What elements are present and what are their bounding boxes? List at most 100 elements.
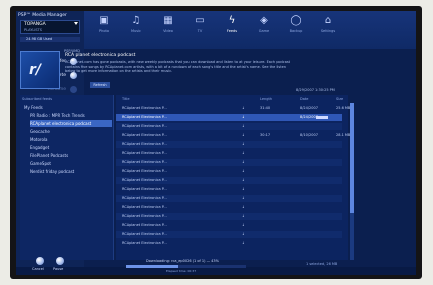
- table-scrollbar[interactable]: [350, 103, 354, 260]
- cell-title: RCAplanet Electronica P...: [122, 142, 167, 146]
- cell-length: 31:40: [260, 106, 271, 110]
- scrollbar-thumb[interactable]: [350, 103, 354, 213]
- tree-feed-item[interactable]: Geocache: [30, 128, 112, 135]
- cell-length: 30:17: [260, 133, 271, 137]
- cell-title: RCAplanet Electronica P...: [122, 241, 167, 245]
- cell-title: RCAplanet Electronica P...: [122, 124, 167, 128]
- tab-label: Video: [163, 29, 173, 33]
- tab-photo[interactable]: ▣ Photo: [90, 15, 118, 45]
- category-toolbar: ▣ Photo ♫ Music ▦ Video ▭ TV ϟ Feeds ◈ Game ◯ Backup ⌂…: [84, 11, 416, 49]
- cell-title: RCAplanet Electronica P...: [122, 169, 167, 173]
- table-row[interactable]: RCAplanet Electronica P... ↓: [116, 123, 342, 130]
- download-arrow-icon[interactable]: ↓: [242, 169, 245, 173]
- column-header[interactable]: Size: [336, 97, 343, 101]
- download-arrow-icon[interactable]: ↓: [242, 142, 245, 146]
- download-arrow-icon[interactable]: ↓: [242, 196, 245, 200]
- app-title: PSP™ Media Manager: [18, 13, 67, 18]
- table-row[interactable]: RCAplanet Electronica P... ↓: [116, 240, 342, 247]
- table-row[interactable]: RCAplanet Electronica P... ↓: [116, 195, 342, 202]
- table-row[interactable]: RCAplanet Electronica P... ↓: [116, 141, 342, 148]
- table-row[interactable]: RCAplanet Electronica P... ↓: [116, 159, 342, 166]
- download-arrow-icon[interactable]: ↓: [242, 205, 245, 209]
- music-icon: ♫: [131, 15, 141, 26]
- tree-feed-item[interactable]: RCAplanet electronica podcast: [30, 120, 112, 127]
- table-row[interactable]: RCAplanet Electronica P... ↓: [116, 213, 342, 220]
- table-row[interactable]: RCAplanet Electronica P... ↓: [116, 168, 342, 175]
- download-arrow-icon[interactable]: ↓: [242, 214, 245, 218]
- feeds-tree-header: Subscribed feeds: [22, 97, 53, 101]
- table-row[interactable]: RCAplanet Electronica P... ↓: [116, 150, 342, 157]
- table-row[interactable]: RCAplanet Electronica P... ↓: [116, 204, 342, 211]
- tree-folder[interactable]: My Feeds: [24, 104, 112, 111]
- storage-text: 24.98 GB Used: [26, 37, 53, 41]
- cell-title: RCAplanet Electronica P...: [122, 223, 167, 227]
- download-arrow-icon[interactable]: ↓: [242, 232, 245, 236]
- tree-feed-item[interactable]: GameSpot: [30, 160, 112, 167]
- refresh-button[interactable]: Refresh: [90, 82, 110, 88]
- table-row[interactable]: RCAplanet Electronica P... ↓: [116, 231, 342, 238]
- tree-feed-item[interactable]: Nerdist friday podcast: [30, 168, 112, 175]
- download-arrow-icon[interactable]: ↓: [242, 223, 245, 227]
- column-header[interactable]: Title: [122, 97, 130, 101]
- tab-game[interactable]: ◈ Game: [250, 15, 278, 45]
- tab-music[interactable]: ♫ Music: [122, 15, 150, 45]
- tree-feed-item[interactable]: PR Radio : MPR Tech Trends: [30, 112, 112, 119]
- tree-feed-item[interactable]: Engadget: [30, 144, 112, 151]
- cell-title: RCAplanet Electronica P...: [122, 178, 167, 182]
- cell-title: RCAplanet Electronica P...: [122, 196, 167, 200]
- download-arrow-icon[interactable]: ↓: [242, 241, 245, 245]
- download-arrow-icon[interactable]: ↓: [242, 133, 245, 137]
- podcast-artwork: r/: [20, 51, 60, 89]
- tab-feeds[interactable]: ϟ Feeds: [218, 15, 246, 45]
- download-arrow-icon[interactable]: ↓: [242, 160, 245, 164]
- cell-title: RCAplanet Electronica P...: [122, 106, 167, 110]
- episode-download-progress: [316, 116, 328, 119]
- camera-icon: ▣: [99, 15, 109, 26]
- podcast-title: RCA planet electronica podcast: [65, 53, 136, 58]
- tab-label: Photo: [99, 29, 109, 33]
- download-progress: [126, 265, 246, 268]
- elapsed-time: Elapsed time: 00:37: [166, 269, 197, 273]
- column-header[interactable]: Length: [260, 97, 272, 101]
- cell-size: 28.1 MB: [336, 133, 351, 137]
- download-arrow-icon[interactable]: ↓: [242, 151, 245, 155]
- tv-icon: ▭: [195, 15, 205, 26]
- download-arrow-icon[interactable]: ↓: [242, 187, 245, 191]
- tab-video[interactable]: ▦ Video: [154, 15, 182, 45]
- tree-feed-item[interactable]: FilePlanet Podcasts: [30, 152, 112, 159]
- column-header[interactable]: Date: [300, 97, 308, 101]
- download-arrow-icon[interactable]: ↓: [242, 124, 245, 128]
- download-arrow-icon[interactable]: ↓: [242, 178, 245, 182]
- table-row[interactable]: RCAplanet Electronica P... ↓: [116, 222, 342, 229]
- app-window: PSP™ Media Manager TOPANGA PLAYLISTS 24.…: [16, 11, 416, 275]
- pause-button[interactable]: [56, 257, 64, 265]
- download-arrow-icon[interactable]: ↓: [242, 106, 245, 110]
- table-row[interactable]: RCAplanet Electronica P... 31:40 8/24/2007…: [116, 105, 350, 112]
- table-row[interactable]: RCAplanet Electronica P... 30:17 8/10/2007…: [116, 132, 350, 139]
- tab-backup[interactable]: ◯ Backup: [282, 15, 310, 45]
- cell-date: 8/10/2007: [300, 133, 318, 137]
- cell-title: RCAplanet Electronica P...: [122, 187, 167, 191]
- tab-tv[interactable]: ▭ TV: [186, 15, 214, 45]
- cell-date: 8/24/2007: [300, 106, 318, 110]
- download-status: Downloading: rca_ep0026 (1 of 1) — 43%: [146, 259, 219, 263]
- game-icon: ◈: [260, 15, 268, 26]
- table-row[interactable]: RCAplanet Electronica P... 8/24/2007 ↓: [116, 114, 342, 121]
- tab-label: Game: [258, 29, 270, 33]
- cell-title: RCAplanet Electronica P...: [122, 232, 167, 236]
- chevron-down-icon[interactable]: [74, 22, 78, 25]
- download-progress-fill: [126, 265, 178, 268]
- cancel-button[interactable]: [36, 257, 44, 265]
- table-row[interactable]: RCAplanet Electronica P... ↓: [116, 186, 342, 193]
- cell-title: RCAplanet Electronica P...: [122, 214, 167, 218]
- tab-settings[interactable]: ⌂ Settings: [314, 15, 342, 45]
- tab-label: Music: [131, 29, 141, 33]
- cell-title: RCAplanet Electronica P...: [122, 160, 167, 164]
- podcast-description: RCAplanet.com has gone podcasts, with ne…: [65, 60, 291, 73]
- pause-label: Pause: [53, 267, 64, 271]
- tree-feed-item[interactable]: Motorola: [30, 136, 112, 143]
- tab-label: Backup: [289, 29, 303, 33]
- table-row[interactable]: RCAplanet Electronica P... ↓: [116, 177, 342, 184]
- rss-icon: ϟ: [228, 15, 236, 26]
- download-arrow-icon[interactable]: ↓: [242, 115, 245, 119]
